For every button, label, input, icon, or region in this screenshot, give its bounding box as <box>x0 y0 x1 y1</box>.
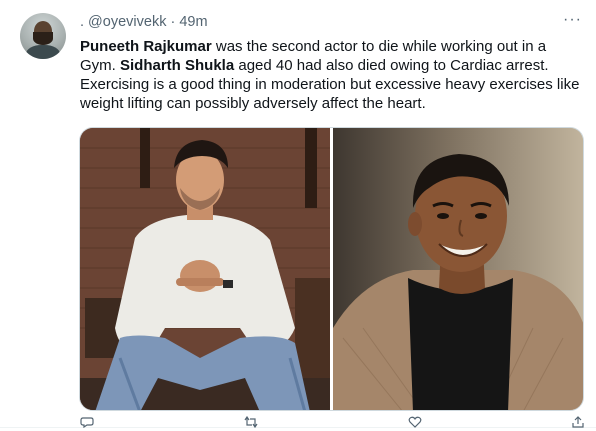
mention-puneeth: Puneeth Rajkumar <box>80 38 212 55</box>
more-options-icon[interactable]: ··· <box>563 12 582 28</box>
tweet-header: . @oyevivekk · 49m <box>80 14 208 30</box>
avatar-beard <box>33 32 53 45</box>
share-icon[interactable] <box>571 416 585 428</box>
tweet-text: Puneeth Rajkumar was the second actor to… <box>80 37 585 113</box>
user-handle[interactable]: . @oyevivekk <box>80 14 166 30</box>
photo-sidharth-illustration <box>80 128 330 410</box>
tweet[interactable]: . @oyevivekk · 49m ··· Puneeth Rajkumar … <box>0 0 596 429</box>
like-icon[interactable] <box>408 416 422 428</box>
photo-sidharth-shukla[interactable] <box>80 128 330 410</box>
retweet-icon[interactable] <box>243 415 259 429</box>
tweet-actions <box>80 415 585 429</box>
timestamp[interactable]: 49m <box>179 14 207 30</box>
avatar-shirt <box>26 45 60 59</box>
reply-icon[interactable] <box>80 416 94 429</box>
dot-separator: · <box>170 14 176 30</box>
photo-puneeth-rajkumar[interactable] <box>333 128 583 410</box>
tweet-media[interactable] <box>79 127 584 411</box>
avatar[interactable] <box>20 13 66 59</box>
photo-puneeth-illustration <box>333 128 583 410</box>
mention-sidharth: Sidharth Shukla <box>120 57 235 74</box>
